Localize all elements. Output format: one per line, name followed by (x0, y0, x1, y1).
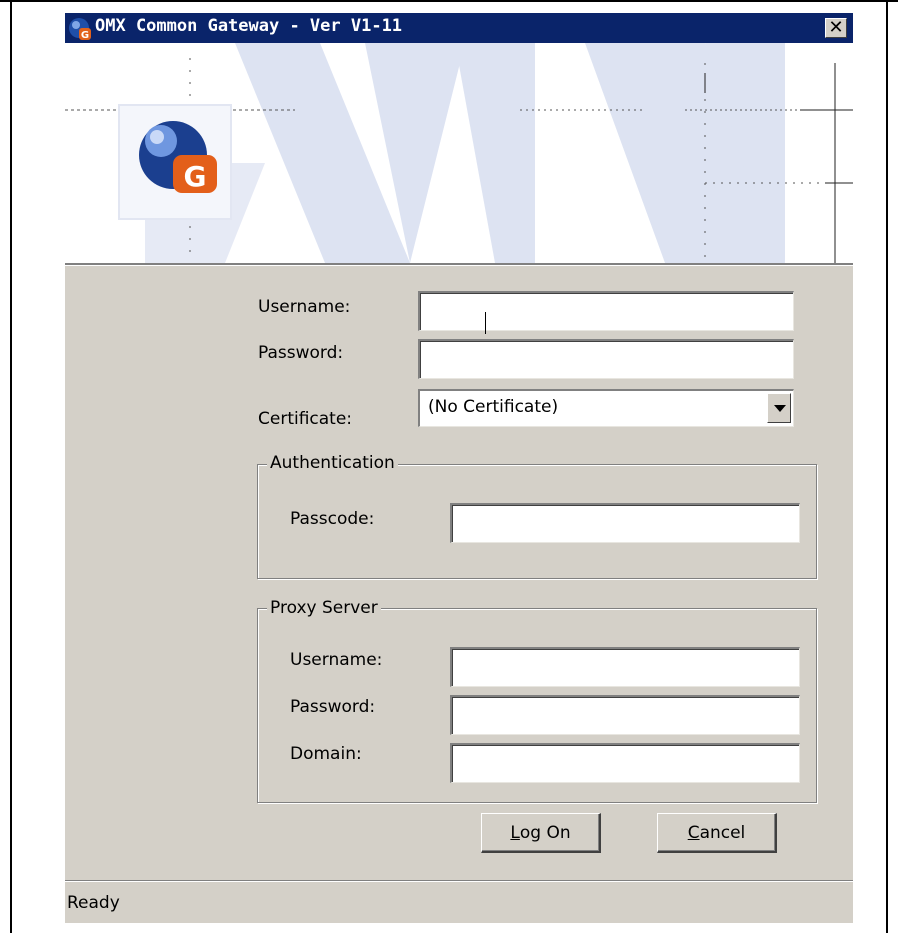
banner-divider (65, 263, 853, 266)
proxy-password-input[interactable] (450, 695, 800, 735)
page-frame-left (10, 0, 12, 933)
banner-graphic: G (65, 43, 853, 263)
close-icon: ✕ (828, 17, 844, 38)
omx-gateway-logo-icon: G (69, 18, 91, 41)
passcode-input[interactable] (450, 503, 800, 543)
passcode-label: Passcode: (290, 509, 375, 529)
window-title: OMX Common Gateway - Ver V1-11 (95, 16, 403, 36)
dropdown-button[interactable] (767, 393, 791, 423)
proxy-domain-label: Domain: (290, 744, 362, 764)
login-window: G OMX Common Gateway - Ver V1-11 ✕ G Use… (65, 13, 853, 923)
certificate-selected-value: (No Certificate) (428, 397, 559, 417)
proxy-username-input[interactable] (450, 647, 800, 687)
username-label: Username: (258, 297, 351, 317)
page-frame-right (886, 0, 888, 933)
cancel-label: ancel (699, 822, 746, 843)
status-bar-divider (65, 880, 853, 882)
log-on-accelerator: L (510, 822, 520, 843)
svg-text:G: G (184, 160, 207, 193)
proxy-username-label: Username: (290, 650, 383, 670)
proxy-domain-input[interactable] (450, 743, 800, 783)
password-input[interactable] (418, 339, 794, 379)
log-on-label: og On (519, 822, 571, 843)
svg-text:G: G (81, 30, 89, 41)
close-button[interactable]: ✕ (825, 18, 847, 38)
cancel-accelerator: C (687, 822, 700, 843)
title-bar[interactable]: G OMX Common Gateway - Ver V1-11 ✕ (65, 13, 853, 43)
text-caret (485, 312, 486, 334)
header-banner: G (65, 43, 853, 263)
status-text: Ready (67, 893, 120, 913)
proxy-password-label: Password: (290, 697, 376, 717)
cancel-button[interactable]: Cancel (657, 813, 777, 853)
authentication-legend: Authentication (267, 453, 398, 473)
page-frame-top (0, 0, 898, 2)
certificate-select[interactable]: (No Certificate) (418, 389, 794, 427)
log-on-button[interactable]: Log On (481, 813, 601, 853)
chevron-down-icon (774, 405, 786, 412)
username-input[interactable] (418, 291, 794, 331)
proxy-server-legend: Proxy Server (267, 598, 381, 618)
certificate-label: Certificate: (258, 409, 353, 429)
password-label: Password: (258, 343, 344, 363)
